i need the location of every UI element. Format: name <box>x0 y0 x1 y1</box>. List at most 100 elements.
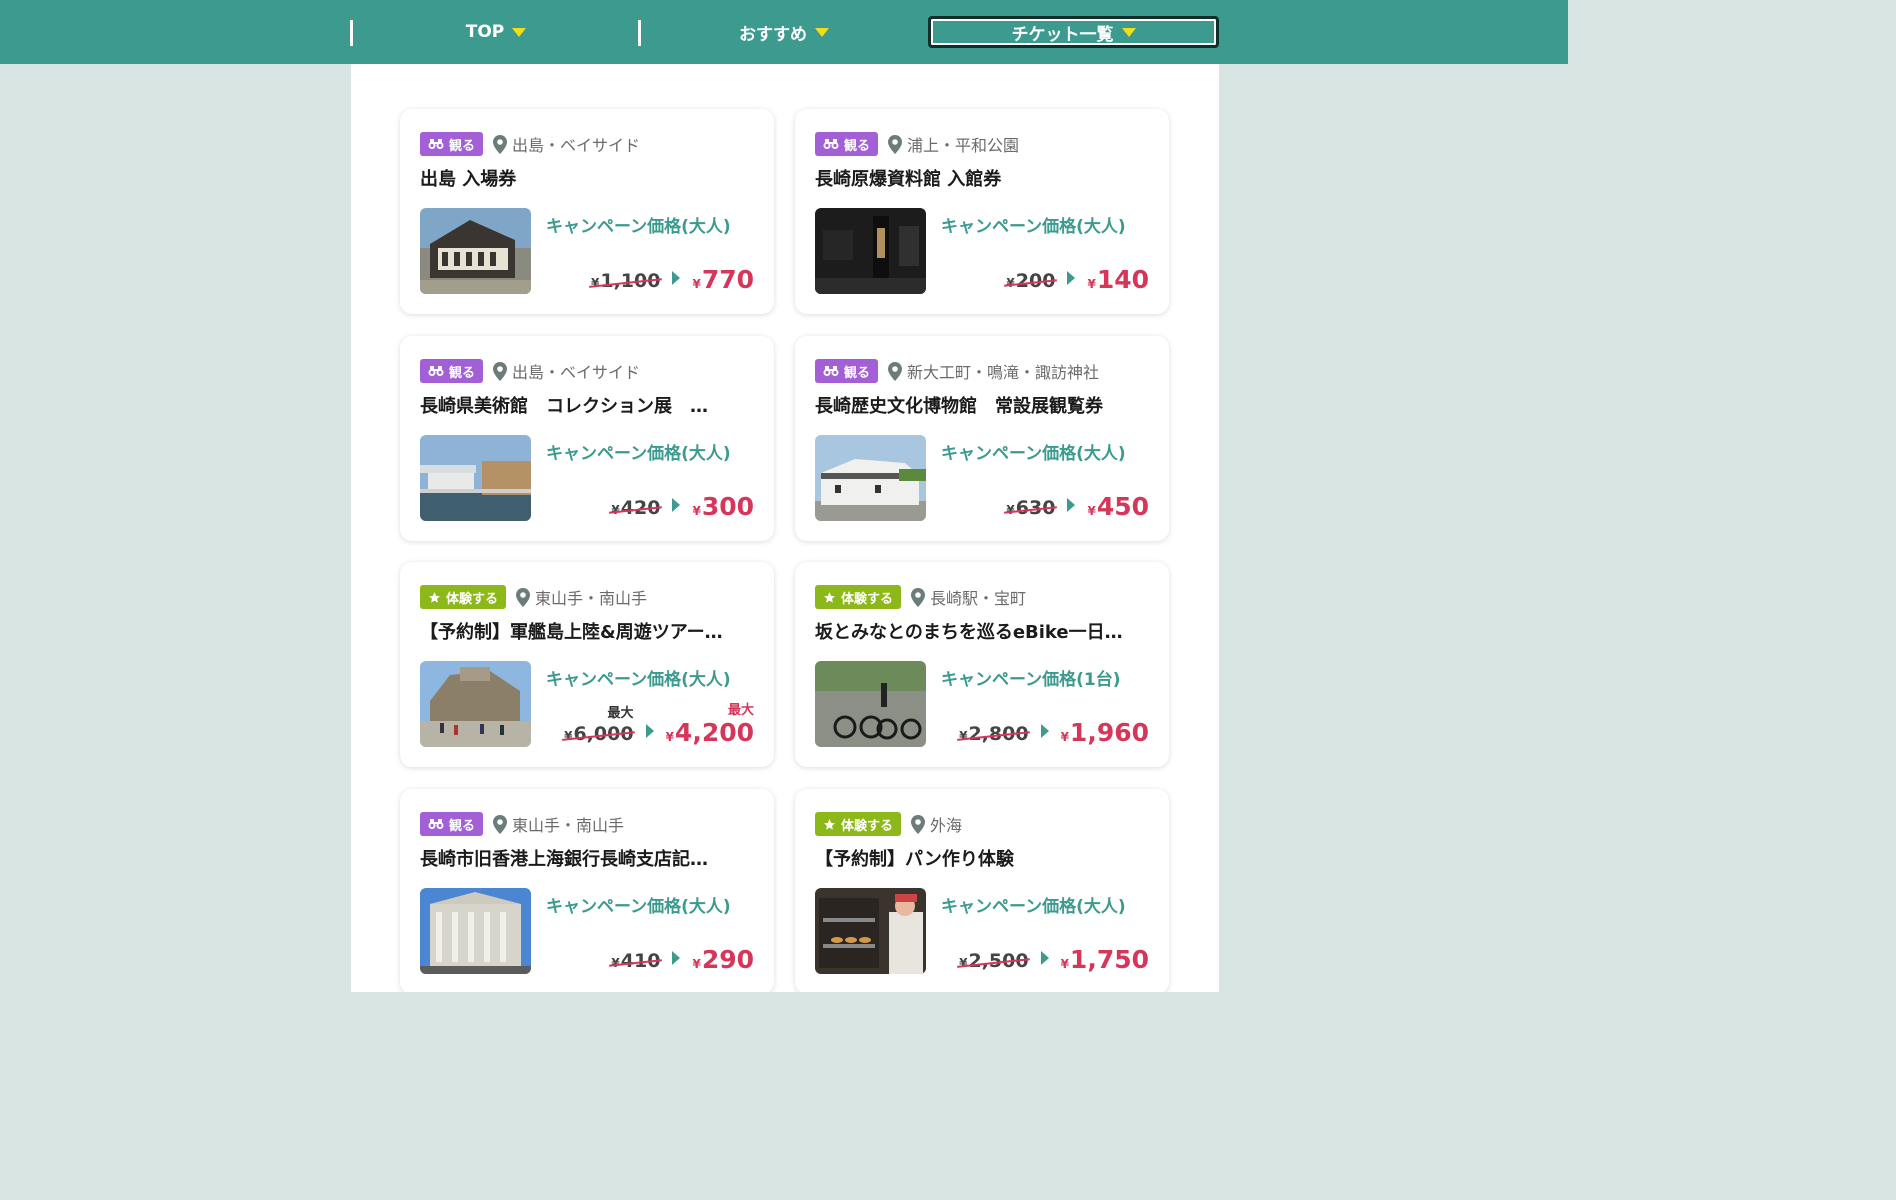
location-pin-icon <box>493 361 508 381</box>
category-badge: 観る <box>420 132 484 156</box>
ticket-title[interactable]: 【予約制】パン作り体験 <box>815 845 1151 871</box>
location-pin-icon <box>888 134 903 154</box>
ticket-thumbnail[interactable] <box>815 208 926 294</box>
ticket-card[interactable]: 観る 新大工町・鳴滝・諏訪神社 長崎歴史文化博物館 常設展観覧券 キャンペーン価… <box>795 336 1169 541</box>
ticket-card[interactable]: 体験する 外海 【予約制】パン作り体験 キャンペーン価格(大人) ¥2,500 … <box>795 789 1169 992</box>
area-label: 浦上・平和公園 <box>907 136 1020 155</box>
original-price: ¥200 <box>1004 270 1058 292</box>
original-price: ¥630 <box>1004 497 1058 519</box>
nav-recommended-label: おすすめ <box>739 24 807 45</box>
price-row: ¥1,100 ¥770 <box>589 267 754 292</box>
ticket-thumbnail[interactable] <box>420 435 531 521</box>
location-pin-icon <box>888 361 903 381</box>
ticket-thumbnail[interactable] <box>815 661 926 747</box>
nav-top[interactable]: TOP <box>355 16 637 48</box>
nav-divider <box>638 20 641 46</box>
price-label: キャンペーン価格(大人) <box>546 670 731 690</box>
category-badge: 観る <box>815 132 879 156</box>
ticket-card[interactable]: 観る 東山手・南山手 長崎市旧香港上海銀行長崎支店記… キャンペーン価格(大人)… <box>400 789 774 992</box>
card-meta: 観る 浦上・平和公園 <box>815 132 1019 156</box>
ticket-title[interactable]: 長崎歴史文化博物館 常設展観覧券 <box>815 392 1151 418</box>
currency-symbol: ¥ <box>1060 957 1069 971</box>
price-row: ¥2,500 ¥1,750 <box>957 945 1149 974</box>
binoculars-icon <box>823 365 839 377</box>
original-price: ¥2,500 <box>957 950 1031 972</box>
campaign-price: ¥770 <box>692 267 754 292</box>
original-price: ¥2,800 <box>957 723 1031 745</box>
binoculars-icon <box>428 365 444 377</box>
ticket-title[interactable]: 長崎原爆資料館 入館券 <box>815 165 1151 191</box>
category-label: 体験する <box>841 591 894 607</box>
category-badge: 体験する <box>815 812 902 836</box>
price-row: ¥630 ¥450 <box>1004 492 1149 521</box>
campaign-price-value: 770 <box>701 265 754 294</box>
ticket-thumbnail[interactable] <box>420 888 531 974</box>
category-label: 観る <box>844 138 871 154</box>
ticket-card[interactable]: 観る 浦上・平和公園 長崎原爆資料館 入館券 キャンペーン価格(大人) ¥200… <box>795 109 1169 314</box>
price-label: キャンペーン価格(大人) <box>941 217 1126 237</box>
location-pin-icon <box>911 814 926 834</box>
ticket-title[interactable]: 長崎市旧香港上海銀行長崎支店記… <box>420 845 756 871</box>
category-label: 体験する <box>841 818 894 834</box>
chevron-down-icon <box>815 27 829 37</box>
campaign-price: 最大 ¥4,200 <box>666 699 754 745</box>
caret-right-icon <box>672 271 681 285</box>
ticket-title[interactable]: 長崎県美術館 コレクション展 … <box>420 392 756 418</box>
category-label: 観る <box>844 365 871 381</box>
currency-symbol: ¥ <box>692 504 701 518</box>
currency-symbol: ¥ <box>959 956 968 970</box>
ticket-card[interactable]: 体験する 東山手・南山手 【予約制】軍艦島上陸&周遊ツアー… キャンペーン価格(… <box>400 562 774 767</box>
category-badge: 観る <box>420 359 484 383</box>
category-badge: 体験する <box>420 585 507 609</box>
campaign-price-value: 140 <box>1096 265 1149 294</box>
price-row: ¥200 ¥140 <box>1004 265 1149 294</box>
ticket-card[interactable]: 観る 出島・ベイサイド 出島 入場券 キャンペーン価格(大人) ¥1,100 ¥… <box>400 109 774 314</box>
ticket-thumbnail[interactable] <box>420 661 531 747</box>
card-meta: 観る 出島・ベイサイド <box>420 132 640 156</box>
location-pin-icon <box>493 134 508 154</box>
card-meta: 観る 出島・ベイサイド <box>420 359 640 383</box>
ticket-title[interactable]: 出島 入場券 <box>420 165 756 191</box>
campaign-price: ¥290 <box>692 947 754 972</box>
caret-right-icon <box>672 951 681 965</box>
price-row: ¥410 ¥290 <box>609 947 754 972</box>
currency-symbol: ¥ <box>1060 730 1069 744</box>
nav-divider <box>350 20 353 46</box>
currency-symbol: ¥ <box>564 729 573 743</box>
nav-recommended[interactable]: おすすめ <box>643 16 925 48</box>
area-label: 東山手・南山手 <box>535 589 648 608</box>
ticket-title[interactable]: 【予約制】軍艦島上陸&周遊ツアー… <box>420 618 756 644</box>
ticket-thumbnail[interactable] <box>420 208 531 294</box>
campaign-price-value: 290 <box>701 945 754 974</box>
max-label: 最大 <box>607 706 634 721</box>
original-price: 最大 ¥6,000 <box>562 702 636 745</box>
currency-symbol: ¥ <box>692 957 701 971</box>
price-label: キャンペーン価格(大人) <box>546 217 731 237</box>
caret-right-icon <box>1040 951 1049 965</box>
ticket-card[interactable]: 観る 出島・ベイサイド 長崎県美術館 コレクション展 … キャンペーン価格(大人… <box>400 336 774 541</box>
currency-symbol: ¥ <box>1087 277 1096 291</box>
max-label: 最大 <box>727 703 754 718</box>
price-label: キャンペーン価格(大人) <box>546 444 731 464</box>
card-meta: 観る 新大工町・鳴滝・諏訪神社 <box>815 359 1099 383</box>
caret-right-icon <box>645 724 654 738</box>
ticket-thumbnail[interactable] <box>815 888 926 974</box>
category-badge: 観る <box>420 812 484 836</box>
campaign-price-value: 1,750 <box>1069 945 1149 974</box>
card-meta: 体験する 長崎駅・宝町 <box>815 585 1026 609</box>
star-icon <box>823 818 836 831</box>
ticket-thumbnail[interactable] <box>815 435 926 521</box>
star-icon <box>428 591 441 604</box>
binoculars-icon <box>428 138 444 150</box>
nav-top-label: TOP <box>465 22 505 42</box>
campaign-price-value: 450 <box>1096 492 1149 521</box>
campaign-price-value: 300 <box>701 492 754 521</box>
nav-ticket-list[interactable]: チケット一覧 <box>928 16 1219 48</box>
caret-right-icon <box>672 498 681 512</box>
location-pin-icon <box>911 587 926 607</box>
ticket-title[interactable]: 坂とみなとのまちを巡るeBike一日… <box>815 618 1151 644</box>
caret-right-icon <box>1067 498 1076 512</box>
binoculars-icon <box>823 138 839 150</box>
ticket-card[interactable]: 体験する 長崎駅・宝町 坂とみなとのまちを巡るeBike一日… キャンペーン価格… <box>795 562 1169 767</box>
caret-right-icon <box>1067 271 1076 285</box>
